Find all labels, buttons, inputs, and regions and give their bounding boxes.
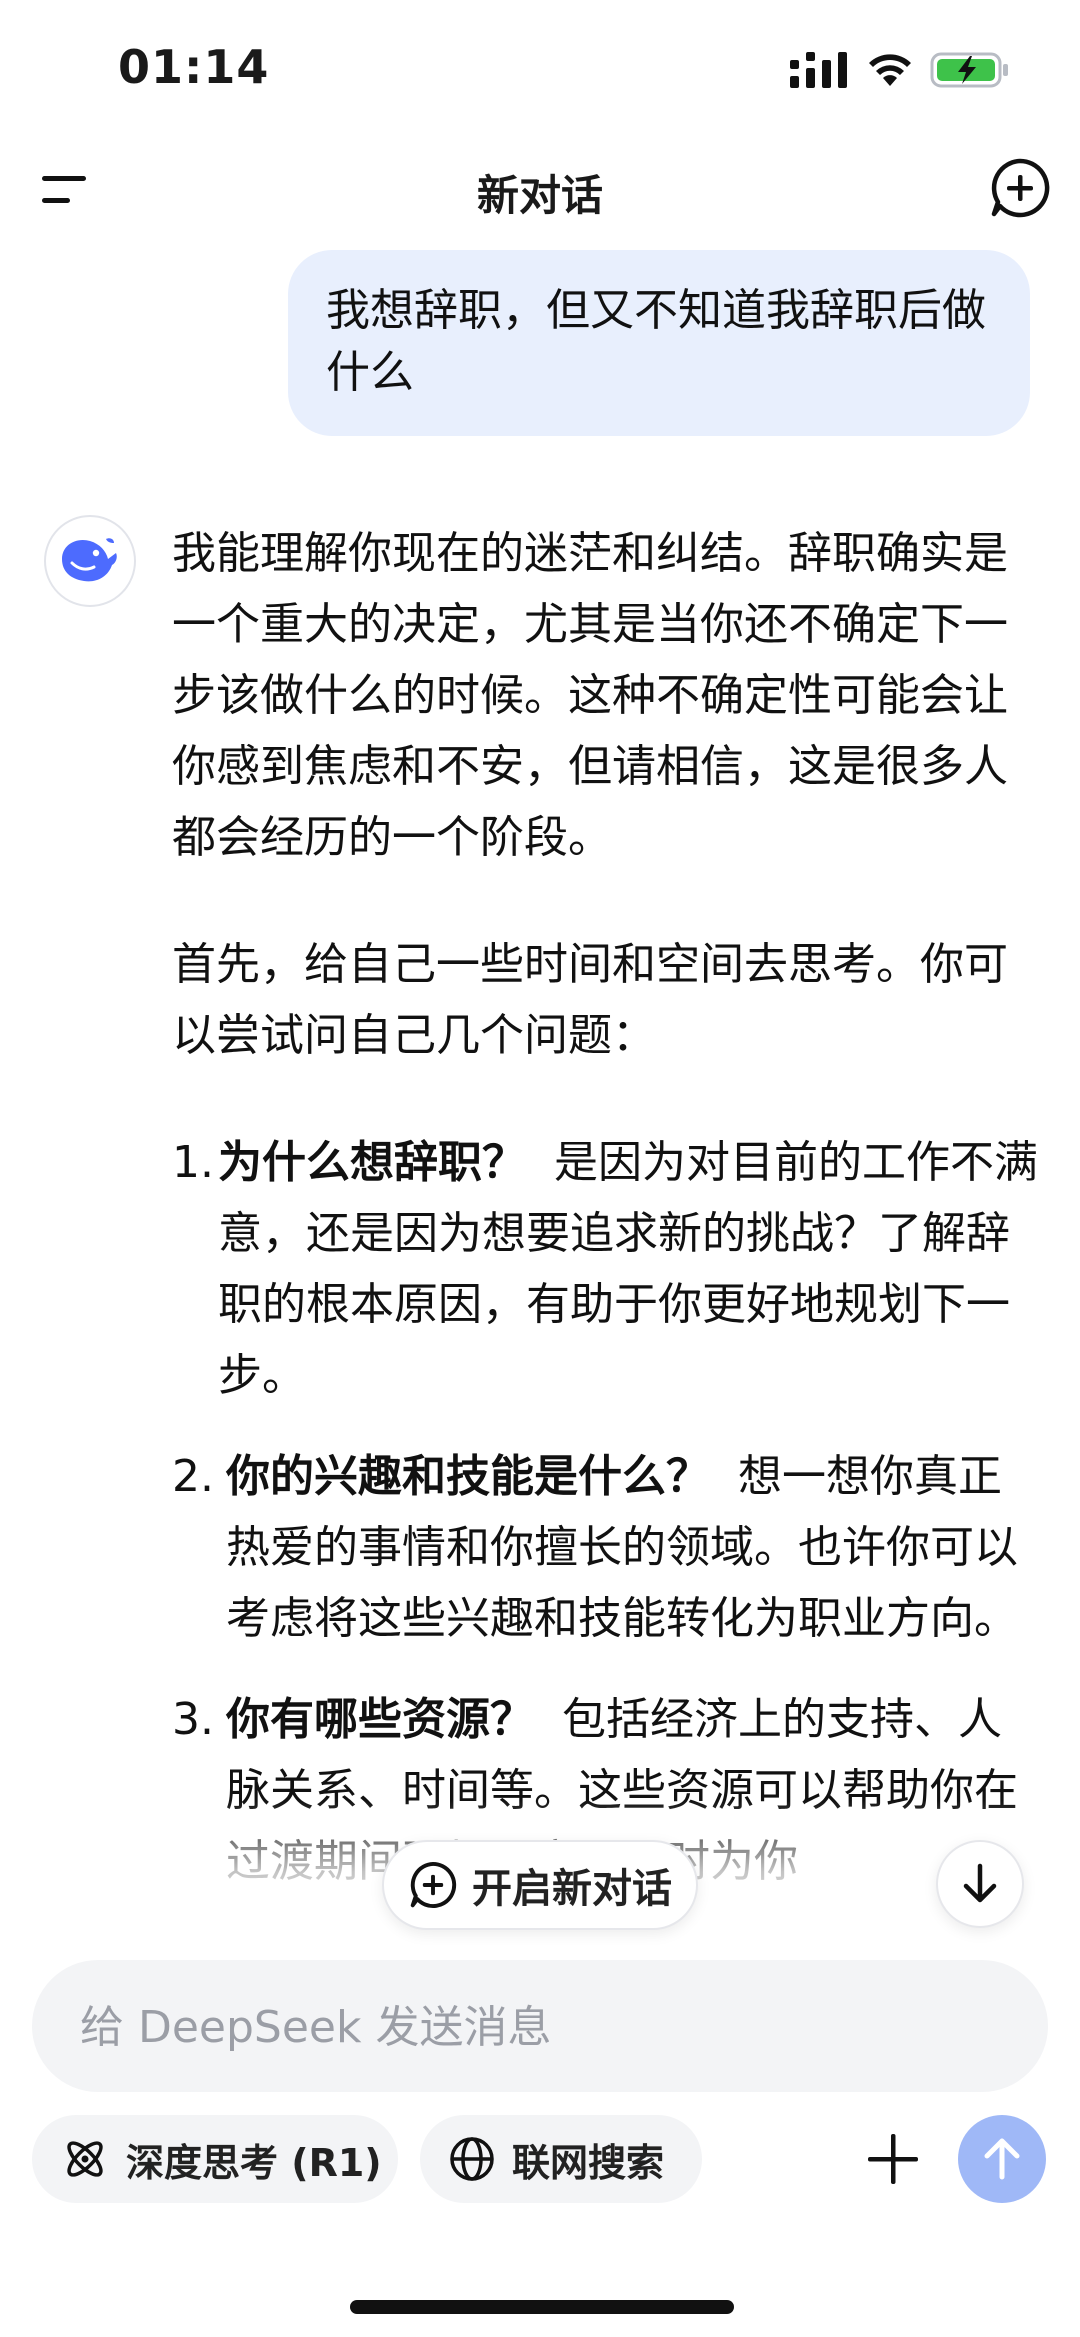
user-message-bubble: 我想辞职，但又不知道我辞职后做什么: [288, 250, 1030, 436]
deep-think-label: 深度思考 (R1): [126, 2140, 382, 2185]
assistant-message: 我能理解你现在的迷茫和纠结。辞职确实是一个重大的决定，尤其是当你还不确定下一步该…: [172, 518, 1042, 1925]
list-item-title: 你的兴趣和技能是什么？: [226, 1451, 710, 1502]
arrow-down-icon: [963, 1863, 997, 1903]
list-item-title: 为什么想辞职？: [218, 1137, 526, 1188]
start-new-chat-label: 开启新对话: [472, 1866, 672, 1912]
attach-plus-icon[interactable]: [862, 2128, 924, 2190]
home-indicator: [350, 2300, 734, 2314]
user-message-text: 我想辞职，但又不知道我辞职后做什么: [326, 285, 986, 398]
list-item: 1. 为什么想辞职？ 是因为对目前的工作不满意，还是因为想要追求新的挑战？了解辞职…: [172, 1127, 1042, 1411]
list-item: 2. 你的兴趣和技能是什么？ 想一想你真正热爱的事情和你擅长的领域。也许你可以考虑…: [172, 1441, 1042, 1654]
start-new-chat-button[interactable]: 开启新对话: [382, 1840, 698, 1930]
message-input-container[interactable]: [32, 1960, 1048, 2094]
assistant-intro: 我能理解你现在的迷茫和纠结。辞职确实是一个重大的决定，尤其是当你还不确定下一步该…: [172, 528, 1008, 863]
send-button[interactable]: [958, 2115, 1046, 2203]
deep-think-toggle[interactable]: 深度思考 (R1): [32, 2115, 398, 2203]
deepseek-avatar: [44, 515, 136, 607]
scroll-to-bottom-button[interactable]: [936, 1840, 1024, 1928]
chat-scroll-area[interactable]: 我想辞职，但又不知道我辞职后做什么 我能理解你现在的迷茫和纠结。辞职确实是一个重…: [0, 0, 1080, 1925]
atom-icon: [67, 2141, 103, 2177]
web-search-label: 联网搜索: [512, 2140, 665, 2185]
list-item-number: 1.: [172, 1137, 214, 1188]
list-item-title: 你有哪些资源？: [226, 1694, 534, 1745]
message-input[interactable]: [78, 1960, 982, 2094]
deepseek-whale-icon: [62, 538, 117, 582]
web-search-toggle[interactable]: 联网搜索: [420, 2115, 702, 2203]
list-item-number: 3.: [172, 1694, 214, 1745]
globe-icon: [450, 2137, 494, 2181]
arrow-up-icon: [984, 2138, 1020, 2180]
new-chat-icon: [410, 1861, 457, 1909]
assistant-question-list: 1. 为什么想辞职？ 是因为对目前的工作不满意，还是因为想要追求新的挑战？了解辞职…: [172, 1127, 1042, 1897]
list-item-number: 2.: [172, 1451, 214, 1502]
assistant-lead: 首先，给自己一些时间和空间去思考。你可以尝试问自己几个问题：: [172, 939, 1008, 1061]
